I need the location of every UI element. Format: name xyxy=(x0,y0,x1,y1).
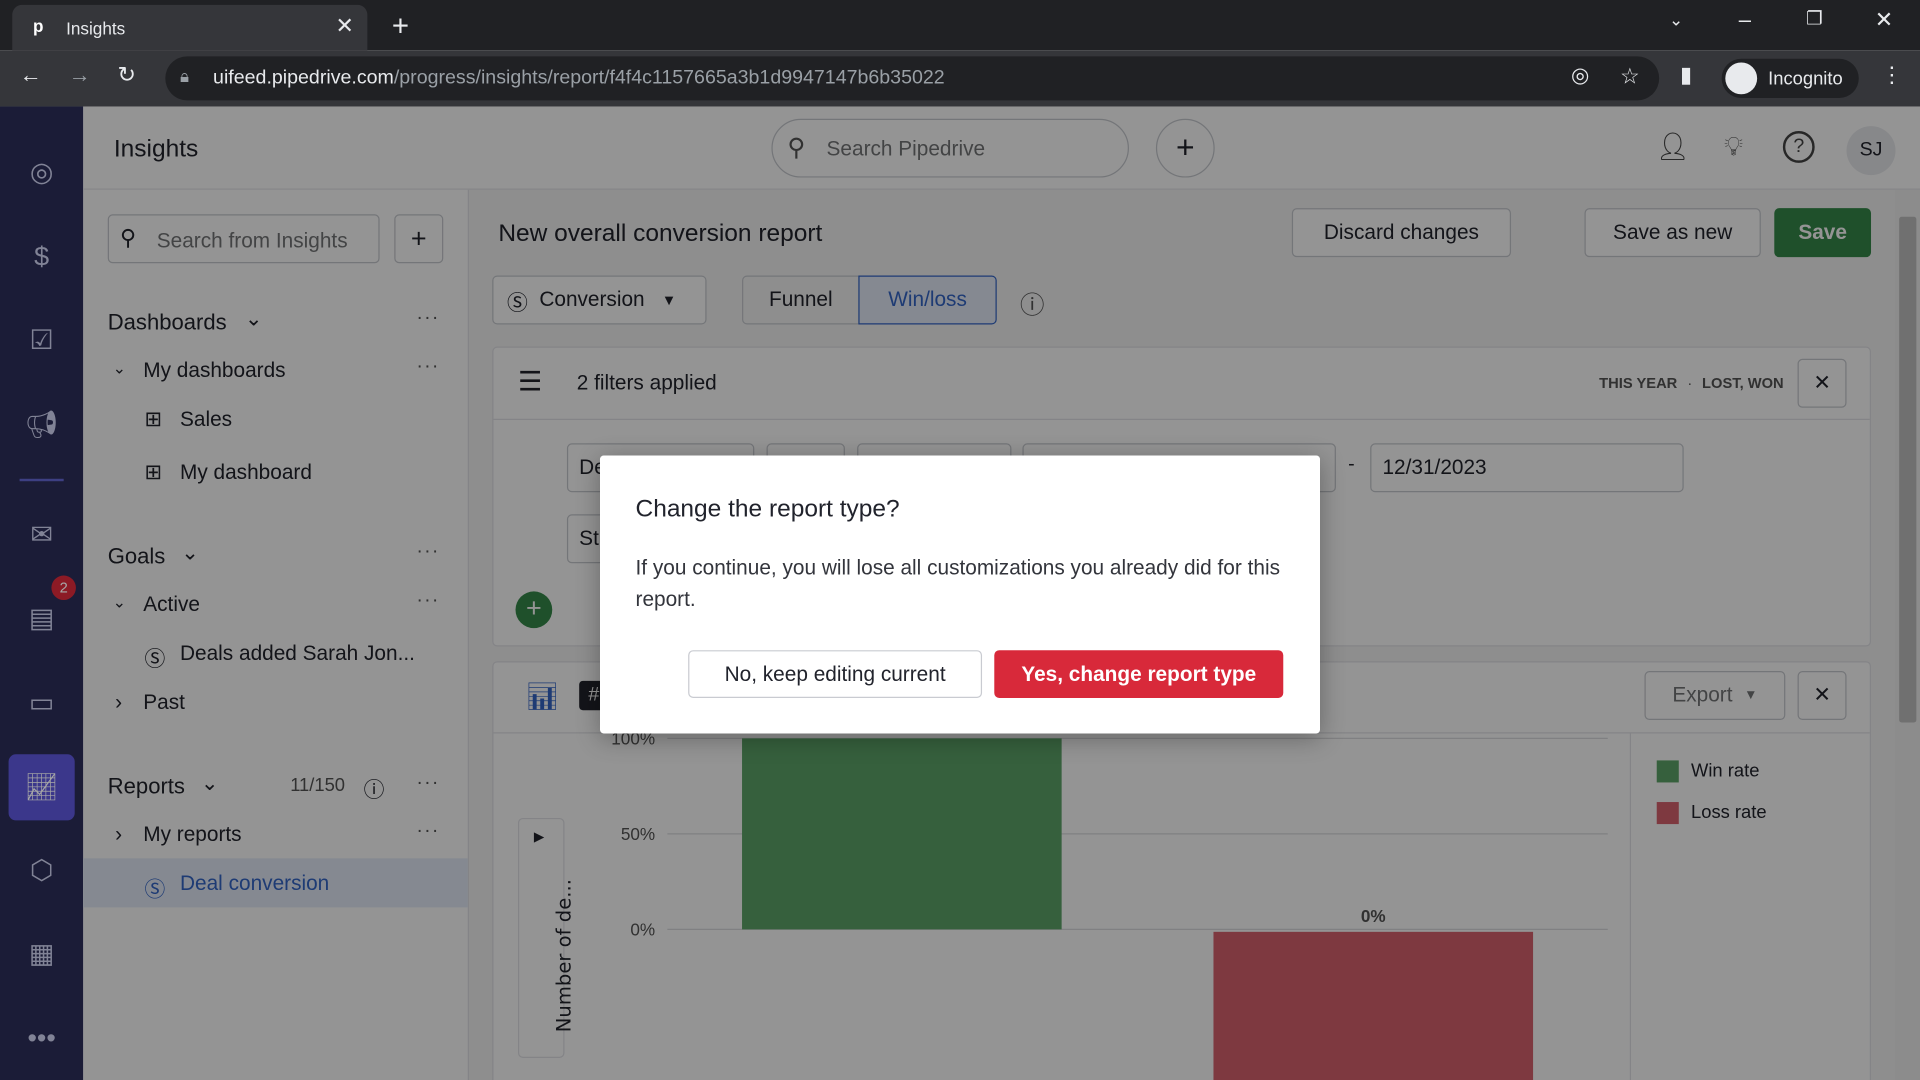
pipedrive-favicon-icon: p xyxy=(33,15,44,36)
browser-tab[interactable]: p Insights ✕ xyxy=(12,4,368,51)
bookmark-star-icon[interactable]: ☆ xyxy=(1620,64,1640,90)
keep-editing-button[interactable]: No, keep editing current xyxy=(688,650,983,698)
close-window-icon[interactable]: ✕ xyxy=(1875,7,1893,33)
forward-icon[interactable]: → xyxy=(69,62,91,88)
back-icon[interactable]: ← xyxy=(20,62,42,88)
url-path: /progress/insights/report/f4f4c1157665a3… xyxy=(393,67,945,89)
sidepanel-icon[interactable]: ▮ xyxy=(1680,62,1692,88)
url-domain: uifeed.pipedrive.com xyxy=(213,67,394,89)
confirm-change-button[interactable]: Yes, change report type xyxy=(994,650,1284,698)
dialog-body: If you continue, you will lose all custo… xyxy=(635,555,1280,612)
modal-backdrop-rail[interactable] xyxy=(0,106,84,1080)
dialog-title: Change the report type? xyxy=(635,495,900,523)
browser-tab-bar: p Insights ✕ + ⌄ – ❐ ✕ xyxy=(0,0,1920,51)
new-tab-icon[interactable]: + xyxy=(392,10,409,44)
change-report-type-dialog: Change the report type? If you continue,… xyxy=(600,455,1321,734)
url-field[interactable]: 🔒︎ uifeed.pipedrive.com/progress/insight… xyxy=(165,56,1660,101)
tracking-off-icon[interactable]: ◎ xyxy=(1571,64,1589,88)
reload-icon[interactable]: ↻ xyxy=(118,62,136,88)
minimize-icon[interactable]: – xyxy=(1739,7,1751,33)
browser-menu-icon[interactable]: ⋮ xyxy=(1881,62,1903,88)
lock-icon: 🔒︎ xyxy=(180,66,190,86)
address-bar: ← → ↻ 🔒︎ uifeed.pipedrive.com/progress/i… xyxy=(0,50,1920,107)
restore-icon[interactable]: ❐ xyxy=(1806,7,1822,30)
incognito-profile[interactable]: Incognito xyxy=(1721,58,1859,98)
tab-search-icon[interactable]: ⌄ xyxy=(1669,10,1683,31)
tab-title: Insights xyxy=(66,18,126,38)
incognito-icon xyxy=(1725,62,1758,95)
close-tab-icon[interactable]: ✕ xyxy=(336,13,354,39)
profile-label: Incognito xyxy=(1768,68,1843,90)
